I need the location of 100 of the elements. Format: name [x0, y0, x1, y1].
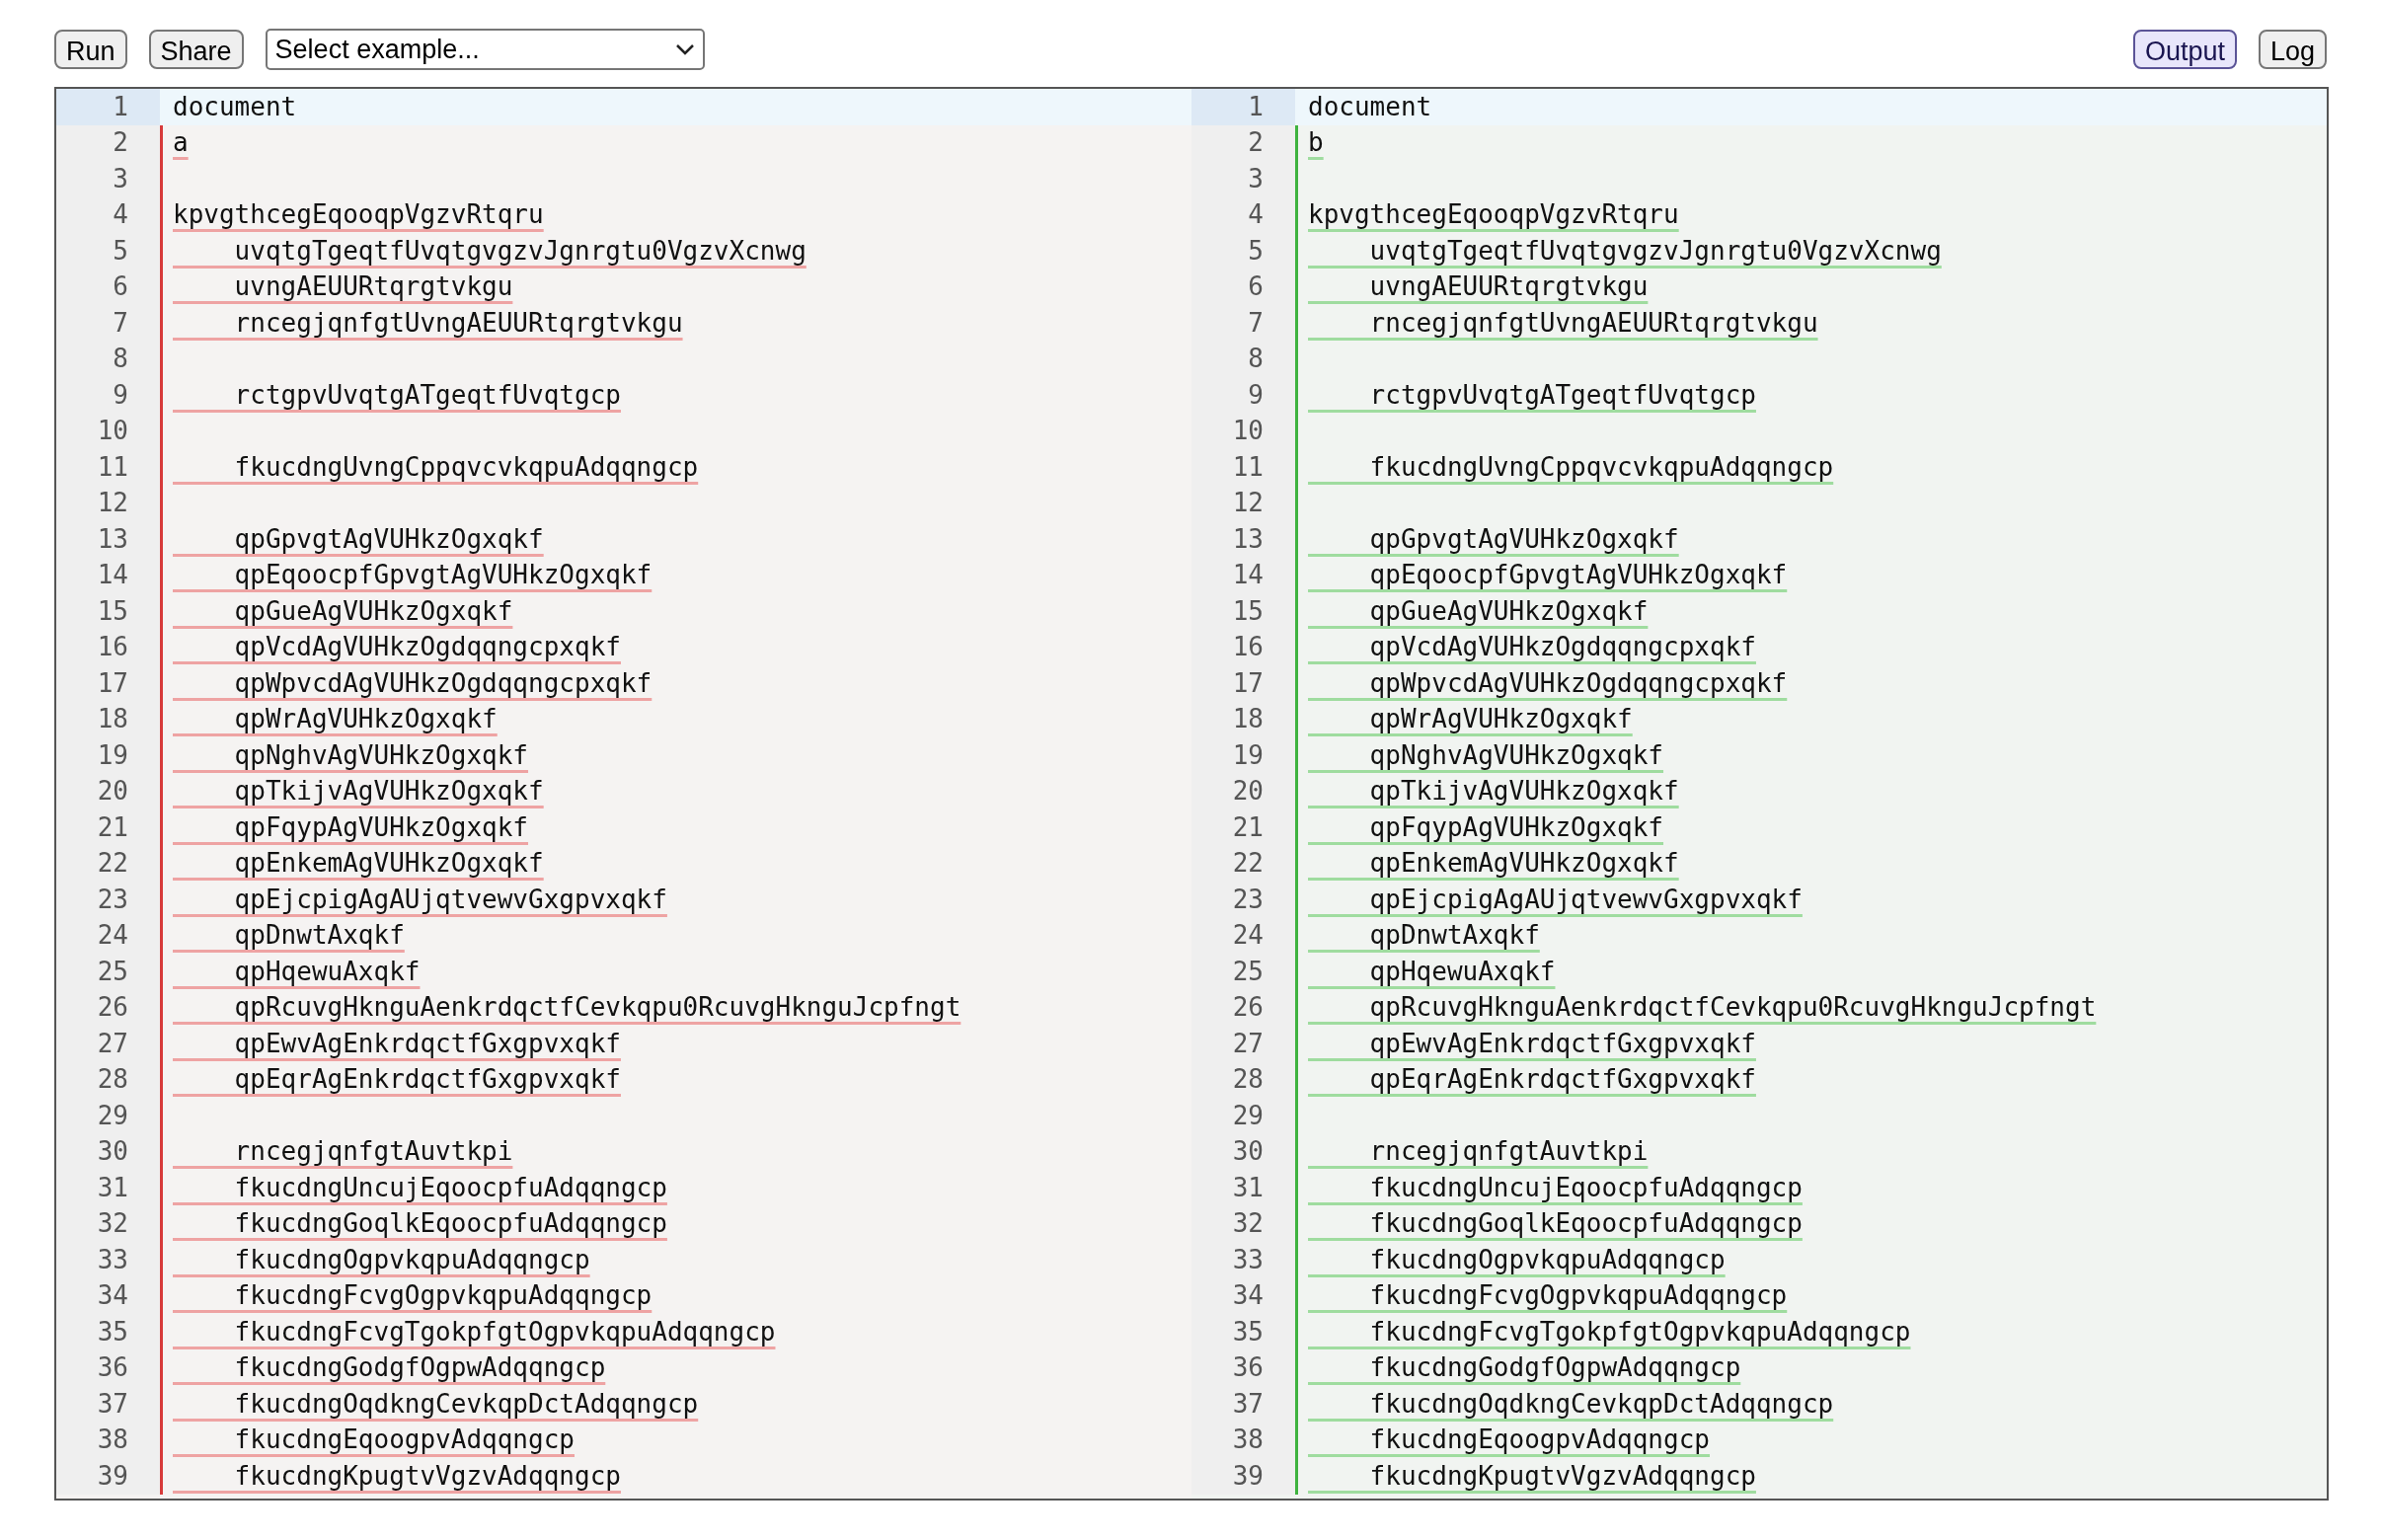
line-number: 22	[1191, 845, 1295, 882]
line-number: 38	[1191, 1422, 1295, 1458]
code-line: qpFqypAgVUHkzOgxqkf	[1368, 810, 1664, 844]
line-number: 15	[1191, 593, 1295, 630]
line-number: 37	[1191, 1386, 1295, 1423]
line-number: 23	[56, 882, 160, 918]
line-number: 9	[56, 377, 160, 414]
code-line: qpNghvAgVUHkzOgxqkf	[233, 738, 529, 772]
line-number: 5	[56, 233, 160, 270]
code-line: a	[173, 126, 189, 160]
code-line: qpVcdAgVUHkzOgdqqngcpxqkf	[1368, 631, 1756, 664]
code-line: qpEnkemAgVUHkzOgxqkf	[1368, 847, 1679, 881]
code-line: fkucdngUvngCppqvcvkqpuAdqqngcp	[1368, 450, 1834, 484]
code-line: qpEqoocpfGpvgtAgVUHkzOgxqkf	[1368, 559, 1788, 592]
line-number: 39	[56, 1458, 160, 1495]
code-line: uvqtgTgeqtfUvqtgvgzvJgnrgtu0VgzvXcnwg	[233, 234, 806, 268]
line-number: 11	[56, 449, 160, 486]
view-tab[interactable]: Log	[2258, 30, 2327, 69]
line-number: 12	[1191, 485, 1295, 521]
code-line: document	[1308, 90, 1432, 123]
code-line: document	[173, 90, 297, 123]
code-line: fkucdngFcvgTgokpfgtOgpvkqpuAdqqngcp	[1368, 1315, 1911, 1348]
line-number: 19	[56, 737, 160, 774]
code-line: qpHqewuAxqkf	[233, 955, 421, 988]
code-line: fkucdngUncujEqoocpfuAdqqngcp	[233, 1171, 667, 1204]
line-number: 1	[56, 89, 160, 125]
line-number: 32	[1191, 1205, 1295, 1242]
line-number: 3	[1191, 161, 1295, 197]
line-number: 12	[56, 485, 160, 521]
code-line: fkucdngOgpvkqpuAdqqngcp	[233, 1243, 590, 1276]
line-number: 36	[1191, 1349, 1295, 1386]
code-line: qpVcdAgVUHkzOgdqqngcpxqkf	[233, 631, 621, 664]
code-line: fkucdngGodgfOgpwAdqqngcp	[1368, 1351, 1741, 1385]
line-number: 34	[1191, 1277, 1295, 1314]
line-number: 31	[56, 1170, 160, 1206]
code-line: qpEqrAgEnkrdqctfGxgpvxqkf	[233, 1063, 621, 1097]
toolbar-button[interactable]: Run	[54, 30, 127, 69]
line-number: 17	[56, 665, 160, 702]
code-line: qpWpvcdAgVUHkzOgdqqngcpxqkf	[233, 666, 653, 700]
line-number: 37	[56, 1386, 160, 1423]
line-number: 19	[1191, 737, 1295, 774]
code-line: qpGpvgtAgVUHkzOgxqkf	[1368, 522, 1679, 556]
view-tab[interactable]: Output	[2132, 30, 2237, 69]
code-line: qpDnwtAxqkf	[1368, 919, 1540, 953]
line-number: 35	[1191, 1314, 1295, 1350]
line-number: 22	[56, 845, 160, 882]
code-line: qpEjcpigAgAUjqtvewvGxgpvxqkf	[233, 883, 667, 916]
code-line: qpHqewuAxqkf	[1368, 955, 1556, 988]
code-line: qpWpvcdAgVUHkzOgdqqngcpxqkf	[1368, 666, 1788, 700]
line-number: 11	[1191, 449, 1295, 486]
line-number: 29	[1191, 1098, 1295, 1134]
code-line: qpWrAgVUHkzOgxqkf	[233, 703, 498, 736]
line-number: 21	[1191, 809, 1295, 846]
code-line: qpEqrAgEnkrdqctfGxgpvxqkf	[1368, 1063, 1756, 1097]
line-number: 24	[56, 917, 160, 954]
line-number: 20	[56, 773, 160, 809]
line-number: 5	[1191, 233, 1295, 270]
code-line: qpEwvAgEnkrdqctfGxgpvxqkf	[1368, 1027, 1756, 1060]
line-number: 10	[56, 413, 160, 449]
line-number: 15	[56, 593, 160, 630]
code-line: fkucdngGoqlkEqoocpfuAdqqngcp	[1368, 1207, 1803, 1241]
line-number: 35	[56, 1314, 160, 1350]
code-line: kpvgthcegEqooqpVgzvRtqru	[1308, 198, 1679, 232]
chevron-down-icon	[674, 43, 695, 55]
code-line: uvngAEUURtqrgtvkgu	[1368, 270, 1649, 304]
line-number: 18	[56, 701, 160, 737]
line-number: 16	[56, 629, 160, 665]
code-line: fkucdngFcvgOgpvkqpuAdqqngcp	[233, 1279, 653, 1313]
line-number: 28	[56, 1061, 160, 1098]
code-line: fkucdngGoqlkEqoocpfuAdqqngcp	[233, 1207, 667, 1241]
line-number: 2	[56, 124, 160, 161]
line-number: 32	[56, 1205, 160, 1242]
line-number: 23	[1191, 882, 1295, 918]
code-line: qpEjcpigAgAUjqtvewvGxgpvxqkf	[1368, 883, 1803, 916]
code-line: qpGueAgVUHkzOgxqkf	[1368, 594, 1649, 628]
code-line: b	[1308, 126, 1324, 160]
example-select[interactable]: Select example...	[265, 29, 705, 70]
line-number: 13	[1191, 521, 1295, 558]
code-line: rncegjqnfgtUvngAEUURtqrgtvkgu	[1368, 306, 1818, 340]
line-number: 6	[1191, 269, 1295, 305]
line-number: 8	[1191, 341, 1295, 377]
line-number: 29	[56, 1098, 160, 1134]
line-number: 30	[56, 1133, 160, 1170]
line-number: 16	[1191, 629, 1295, 665]
code-line: qpFqypAgVUHkzOgxqkf	[233, 810, 529, 844]
code-line: qpEwvAgEnkrdqctfGxgpvxqkf	[233, 1027, 621, 1060]
line-number: 18	[1191, 701, 1295, 737]
line-number: 27	[56, 1026, 160, 1062]
code-line: qpEqoocpfGpvgtAgVUHkzOgxqkf	[233, 559, 653, 592]
code-line: fkucdngUvngCppqvcvkqpuAdqqngcp	[233, 450, 699, 484]
code-line: fkucdngOqdkngCevkqpDctAdqqngcp	[233, 1387, 699, 1421]
code-line: qpRcuvgHknguAenkrdqctfCevkqpu0RcuvgHknguJcpfngt	[233, 991, 961, 1025]
line-number: 26	[56, 989, 160, 1026]
code-line: fkucdngGodgfOgpwAdqqngcp	[233, 1351, 606, 1385]
code-line: rncegjqnfgtUvngAEUURtqrgtvkgu	[233, 306, 683, 340]
code-line: qpTkijvAgVUHkzOgxqkf	[1368, 775, 1679, 808]
line-number: 4	[56, 196, 160, 233]
code-line: rctgpvUvqtgATgeqtfUvqtgcp	[233, 378, 621, 412]
line-number: 26	[1191, 989, 1295, 1026]
toolbar-button[interactable]: Share	[148, 30, 244, 69]
